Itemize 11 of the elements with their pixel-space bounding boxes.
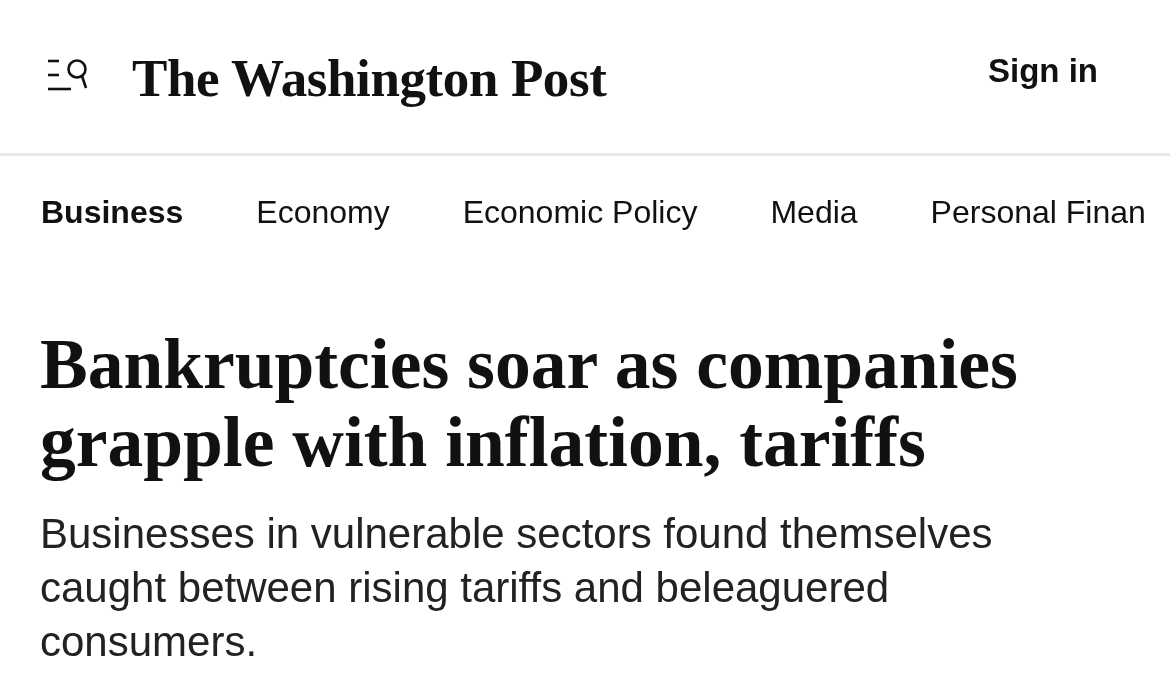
site-logo[interactable]: The Washington Post xyxy=(132,52,607,105)
section-tab[interactable]: Personal Finan xyxy=(930,194,1146,231)
menu-search-icon xyxy=(48,56,88,91)
menu-search-button[interactable] xyxy=(48,56,88,91)
sign-in-link[interactable]: Sign in xyxy=(988,54,1098,87)
section-tab[interactable]: Business xyxy=(41,194,184,231)
article-subheadline: Businesses in vulnerable sectors found themselves caught between rising tariffs and beleaguered consumers. xyxy=(40,508,994,667)
section-tab[interactable]: Economic Policy xyxy=(462,194,698,231)
section-tab[interactable]: Economy xyxy=(256,194,390,231)
article-headline: Bankruptcies soar as companies grapple with inflation, tariffs xyxy=(40,324,1019,481)
section-tab[interactable]: Media xyxy=(770,194,858,231)
